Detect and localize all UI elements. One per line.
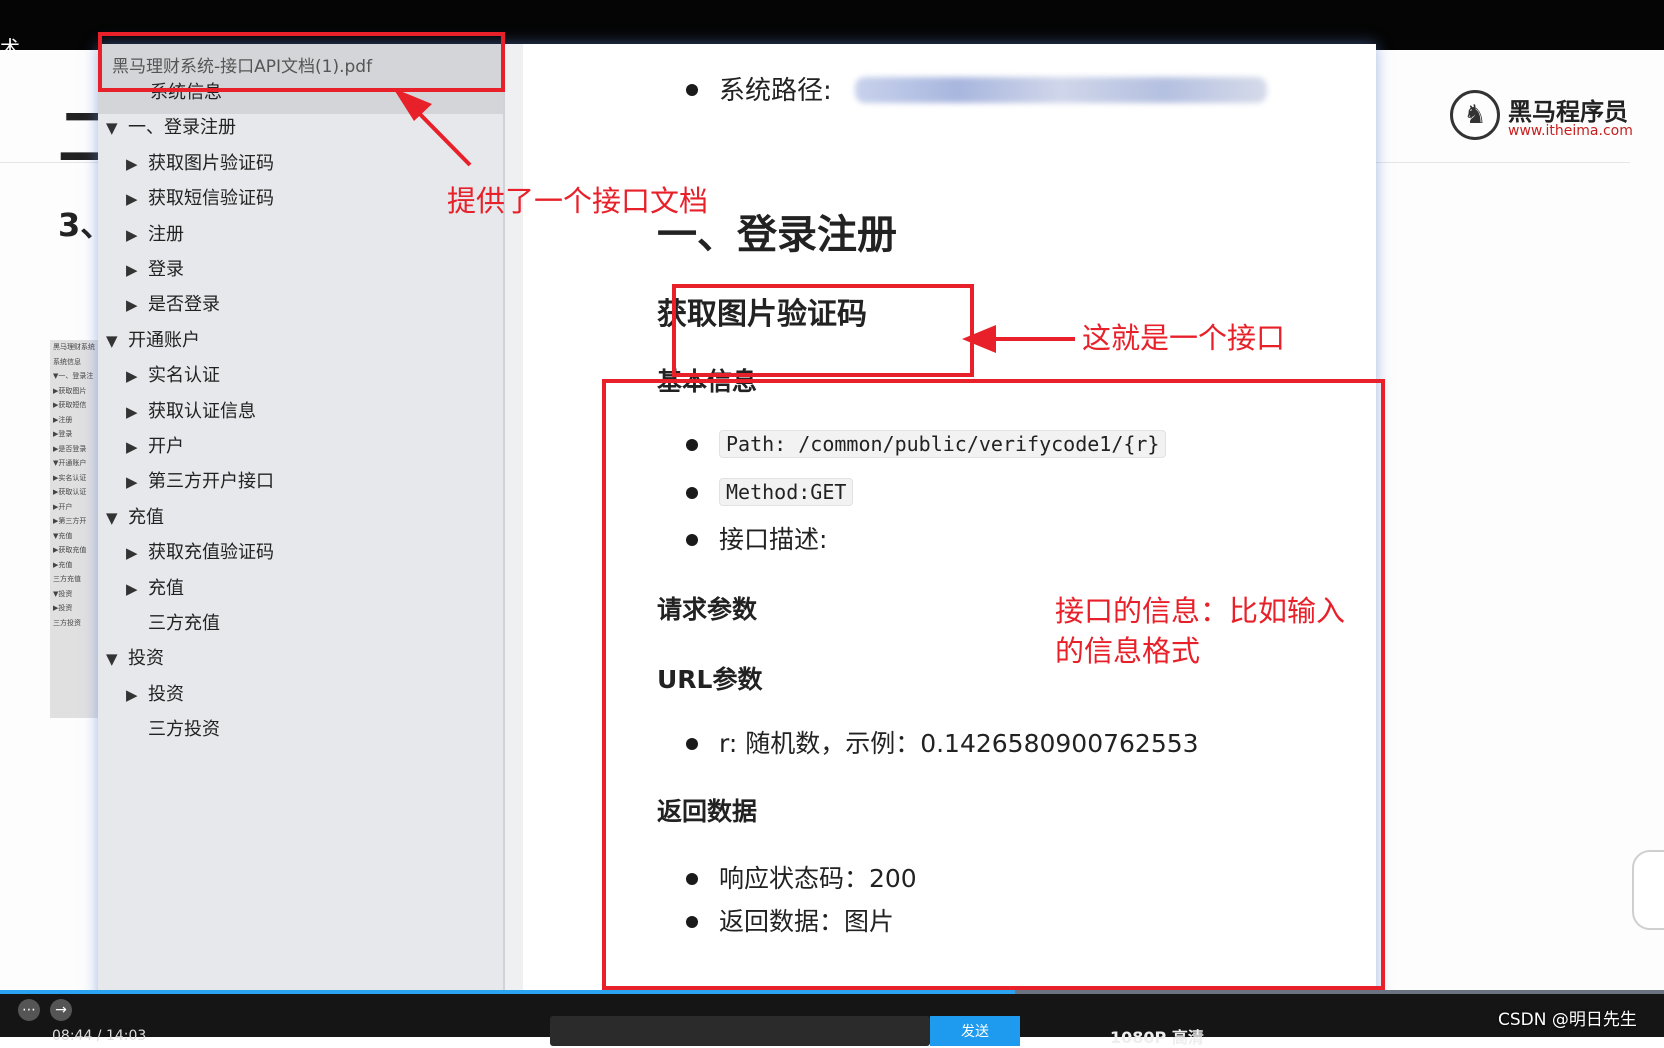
toc-item[interactable]: ▶ 充值 xyxy=(126,574,184,600)
thumbnail-toc-item: ▼充值 xyxy=(53,531,73,540)
danmaku-input[interactable] xyxy=(550,1016,930,1046)
toc-item-label: 第三方开户接口 xyxy=(148,471,274,493)
thumbnail-toc-item: ▶获取图片 xyxy=(53,386,87,395)
expanded-triangle-icon[interactable]: ▼ xyxy=(106,509,128,527)
system-path-label: 系统路径: xyxy=(719,76,832,106)
toc-item[interactable]: ▶ 投资 xyxy=(126,680,184,706)
collapsed-triangle-icon[interactable]: ▶ xyxy=(126,367,148,385)
send-button[interactable]: 发送 xyxy=(930,1016,1020,1046)
collapsed-triangle-icon[interactable]: ▶ xyxy=(126,438,148,456)
collapsed-triangle-icon[interactable]: ▶ xyxy=(126,155,148,173)
toc-item[interactable]: ▶ 是否登录 xyxy=(126,290,220,316)
collapsed-triangle-icon[interactable]: ▶ xyxy=(126,580,148,598)
toc-item-label: 三方投资 xyxy=(148,719,220,741)
toc-item-label: 充值 xyxy=(128,506,164,528)
expanded-triangle-icon[interactable]: ▼ xyxy=(106,332,128,350)
annotation-box-api-info xyxy=(602,379,1385,990)
slide-thumbnail-toc: 黑马理财系统 系统信息 ▼一、登录注 ▶获取图片 ▶获取短信 ▶注册 ▶登录 ▶是否登录 ▼开通… xyxy=(50,340,100,718)
annotation-info-note-2: 的信息格式 xyxy=(1055,634,1201,668)
itheima-logo: ♞ 黑马程序员 www.itheima.com xyxy=(1450,88,1633,146)
toc-item-label: 获取充值验证码 xyxy=(148,542,274,564)
collapsed-triangle-icon[interactable]: ▶ xyxy=(126,226,148,244)
thumbnail-toc-item: 三方充值 xyxy=(53,575,81,583)
toc-item-label: 开户 xyxy=(148,436,184,457)
toc-item[interactable]: ▶ 获取充值验证码 xyxy=(126,538,274,564)
expanded-triangle-icon[interactable]: ▼ xyxy=(106,119,128,137)
thumbnail-toc-item: ▼开通账户 xyxy=(53,459,87,467)
csdn-watermark: CSDN @明日先生 xyxy=(1498,1010,1637,1030)
toc-item[interactable]: ▼ 开通账户 xyxy=(106,326,200,352)
toc-item[interactable]: ▶ 登录 xyxy=(126,255,184,281)
toc-item[interactable]: ▶ 开户 xyxy=(126,432,184,458)
collapsed-triangle-icon[interactable]: ▶ xyxy=(126,403,148,421)
toc-item-label: 投资 xyxy=(148,683,184,705)
thumbnail-toc-item: ▶是否登录 xyxy=(53,444,87,453)
toc-item[interactable]: ▶ 获取图片验证码 xyxy=(126,149,274,175)
thumbnail-toc-item: ▶实名认证 xyxy=(53,473,87,482)
thumbnail-toc-item: ▶开户 xyxy=(53,502,73,511)
side-comment-bubble[interactable] xyxy=(1632,850,1664,930)
collapsed-triangle-icon[interactable]: ▶ xyxy=(126,296,148,314)
thumbnail-toc-item: 三方投资 xyxy=(53,618,81,627)
toc-item-label: 获取短信验证码 xyxy=(148,188,274,210)
toc-item-label: 一、登录注册 xyxy=(128,117,236,139)
logo-name: 黑马程序员 xyxy=(1508,98,1628,126)
toc-item[interactable]: ▶ 注册 xyxy=(126,220,184,246)
toc-item[interactable]: ▶ 获取短信验证码 xyxy=(126,184,274,210)
logo-url: www.itheima.com xyxy=(1508,123,1633,139)
horse-logo-icon: ♞ xyxy=(1450,90,1500,140)
toc-item[interactable]: 三方投资 xyxy=(126,715,220,741)
thumbnail-toc-item: ▼一、登录注 xyxy=(53,372,94,380)
thumbnail-toc-item: ▶注册 xyxy=(53,415,73,424)
toc-item[interactable]: ▼ 投资 xyxy=(106,644,164,670)
video-time: 08:44 / 14:03 xyxy=(52,1028,147,1044)
toc-item-label: 开通账户 xyxy=(128,329,200,351)
thumbnail-toc-item: ▶获取认证 xyxy=(53,488,87,496)
thumbnail-toc-item: ▶投资 xyxy=(53,604,73,612)
collapsed-triangle-icon[interactable]: ▶ xyxy=(126,686,148,704)
pdf-outline-sidebar: 黑马理财系统-接口API文档(1).pdf 系统信息 ▼ 一、登录注册 ▶ 获取图片验证… xyxy=(98,44,505,1004)
toc-item-label: 获取认证信息 xyxy=(148,400,256,422)
thumbnail-toc-item: ▶登录 xyxy=(53,430,73,438)
thumbnail-toc-item: ▶充值 xyxy=(53,560,73,569)
toc-item[interactable]: ▶ 获取认证信息 xyxy=(126,397,256,423)
more-icon[interactable]: ⋯ xyxy=(18,999,40,1021)
toc-item-label: 充值 xyxy=(148,577,184,599)
thumbnail-toc-item: 黑马理财系统 xyxy=(53,343,95,351)
collapsed-triangle-icon[interactable]: ▶ xyxy=(126,473,148,491)
collapsed-triangle-icon[interactable]: ▶ xyxy=(126,261,148,279)
collapsed-triangle-icon[interactable]: ▶ xyxy=(126,544,148,562)
toc-item[interactable]: ▼ 充值 xyxy=(106,503,164,529)
toc-item[interactable]: ▶ 第三方开户接口 xyxy=(126,467,274,493)
annotation-box-api-title xyxy=(672,284,974,377)
toc-item-label: 登录 xyxy=(148,259,184,280)
collapsed-triangle-icon[interactable]: ▶ xyxy=(126,190,148,208)
toc-item-label: 三方充值 xyxy=(148,613,220,634)
toc-item[interactable]: 三方充值 xyxy=(126,609,220,635)
thumbnail-toc-item: ▼投资 xyxy=(53,589,73,598)
toc-item-label: 是否登录 xyxy=(148,294,220,316)
toc-item-label: 投资 xyxy=(128,648,164,670)
thumbnail-toc-item: ▶获取短信 xyxy=(53,401,87,409)
annotation-doc-note: 提供了一个接口文档 xyxy=(447,184,709,218)
next-icon[interactable]: → xyxy=(50,999,72,1021)
annotation-box-filename xyxy=(98,32,505,92)
quality-selector[interactable]: 1080P 高清 xyxy=(1110,1024,1204,1048)
expanded-triangle-icon[interactable]: ▼ xyxy=(106,650,128,668)
annotation-info-note-1: 接口的信息：比如输入 xyxy=(1055,594,1346,628)
blurred-system-path xyxy=(855,77,1267,103)
toc-item[interactable]: ▼ 一、登录注册 xyxy=(106,113,236,139)
bullet xyxy=(686,84,698,96)
annotation-api-note: 这就是一个接口 xyxy=(1082,321,1286,355)
toc-item-label: 获取图片验证码 xyxy=(148,152,274,174)
thumbnail-toc-item: ▶获取充值 xyxy=(53,546,87,554)
thumbnail-toc-item: 系统信息 xyxy=(53,357,81,366)
toc-item-label: 注册 xyxy=(148,223,184,245)
toc-item-label: 实名认证 xyxy=(148,365,220,387)
toc-item[interactable]: ▶ 实名认证 xyxy=(126,361,220,387)
thumbnail-toc-item: ▶第三方开 xyxy=(53,517,87,525)
